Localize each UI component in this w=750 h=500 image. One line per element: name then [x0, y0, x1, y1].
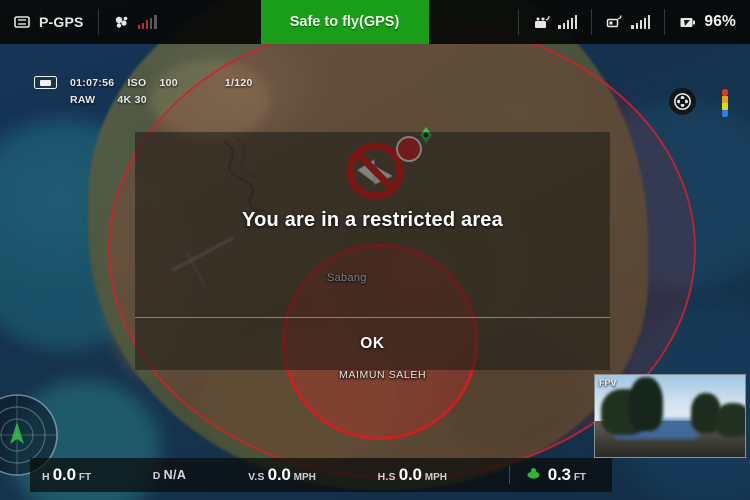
- altitude-value: 0.0: [52, 465, 76, 484]
- status-banner: Safe to fly(GPS): [260, 0, 429, 44]
- obstacle-sensor-indicator[interactable]: [99, 0, 171, 44]
- topbar-spacer-left: [171, 0, 261, 44]
- distance-key: D: [152, 470, 161, 482]
- remote-controller-icon: [535, 15, 551, 28]
- gps-mode-icon: [14, 16, 30, 28]
- gps-altitude-value: 0.3: [547, 465, 571, 484]
- signal-bars-icon: [558, 15, 578, 29]
- video-downlink-indicator[interactable]: [592, 0, 664, 44]
- iso-label: ISO: [127, 76, 147, 89]
- gps-altitude-unit: FT: [573, 472, 587, 483]
- vspeed-key: V.S: [248, 471, 265, 483]
- hspeed-key: H.S: [377, 471, 396, 483]
- iso-value: 100: [159, 76, 178, 89]
- battery-indicator[interactable]: 96%: [665, 0, 750, 44]
- fpv-foliage: [715, 403, 745, 437]
- top-status-bar: P-GPS Safe to fly(GPS) 96%: [0, 0, 750, 44]
- shutter-speed: 1/120: [224, 76, 253, 89]
- status-banner-label: Safe to fly(GPS): [289, 14, 400, 30]
- vspeed-value: 0.0: [267, 465, 291, 484]
- telemetry-altitude: H 0.0 FT: [42, 465, 91, 485]
- dialog-message: You are in a restricted area: [242, 209, 503, 231]
- record-badge-icon: [34, 76, 57, 89]
- telemetry-bar: H 0.0 FT D N/A V.S 0.0 MPH H.S 0.0 MPH 0…: [30, 458, 612, 492]
- telemetry-gps-altitude: 0.3 FT: [526, 465, 586, 485]
- hspeed-value: 0.0: [398, 465, 422, 484]
- altitude-unit: FT: [78, 472, 92, 483]
- battery-percent-label: 96%: [704, 13, 737, 30]
- topbar-spacer-right: [429, 0, 519, 44]
- telemetry-horizontal-speed: H.S 0.0 MPH: [378, 465, 447, 485]
- obstacle-sensor-icon: [115, 16, 127, 28]
- telemetry-distance: D N/A: [153, 468, 187, 482]
- video-resolution: 4K 30: [117, 93, 147, 106]
- camera-info-panel: 01:07:56 ISO 100 1/120 RAW 4K 30: [34, 74, 253, 108]
- exposure-gauge-icon[interactable]: [718, 88, 732, 118]
- fpv-foliage: [629, 377, 663, 431]
- satellite-icon: [527, 468, 540, 479]
- video-downlink-icon: [607, 15, 623, 28]
- telemetry-vertical-speed: V.S 0.0 MPH: [248, 465, 316, 485]
- signal-bars-icon: [631, 15, 651, 29]
- divider: [508, 466, 510, 484]
- fpv-label: FPV: [599, 378, 617, 388]
- restricted-area-dialog: You are in a restricted area OK: [135, 132, 610, 370]
- capture-format: RAW: [70, 93, 96, 106]
- drone-controller-screen: Beng Sabang MAIMUN SALEH P: [0, 0, 750, 500]
- gear-icon: [674, 93, 691, 110]
- flight-mode-indicator[interactable]: P-GPS: [0, 0, 98, 44]
- signal-bars-icon: [137, 15, 157, 29]
- battery-icon: [680, 18, 696, 27]
- recording-timer: 01:07:56: [70, 76, 115, 89]
- rc-signal-indicator[interactable]: [519, 0, 591, 44]
- distance-value: N/A: [163, 468, 187, 482]
- camera-info-row-secondary: RAW 4K 30: [34, 91, 253, 108]
- altitude-key: H: [42, 471, 50, 483]
- dialog-ok-button[interactable]: OK: [135, 318, 610, 370]
- settings-button[interactable]: [669, 88, 696, 115]
- vspeed-unit: MPH: [293, 472, 316, 483]
- hspeed-unit: MPH: [424, 472, 448, 483]
- map-label-airport: MAIMUN SALEH: [339, 369, 427, 381]
- fpv-camera-thumbnail[interactable]: FPV: [594, 374, 746, 458]
- camera-info-row-primary: 01:07:56 ISO 100 1/120: [34, 74, 253, 91]
- flight-mode-label: P-GPS: [39, 14, 84, 30]
